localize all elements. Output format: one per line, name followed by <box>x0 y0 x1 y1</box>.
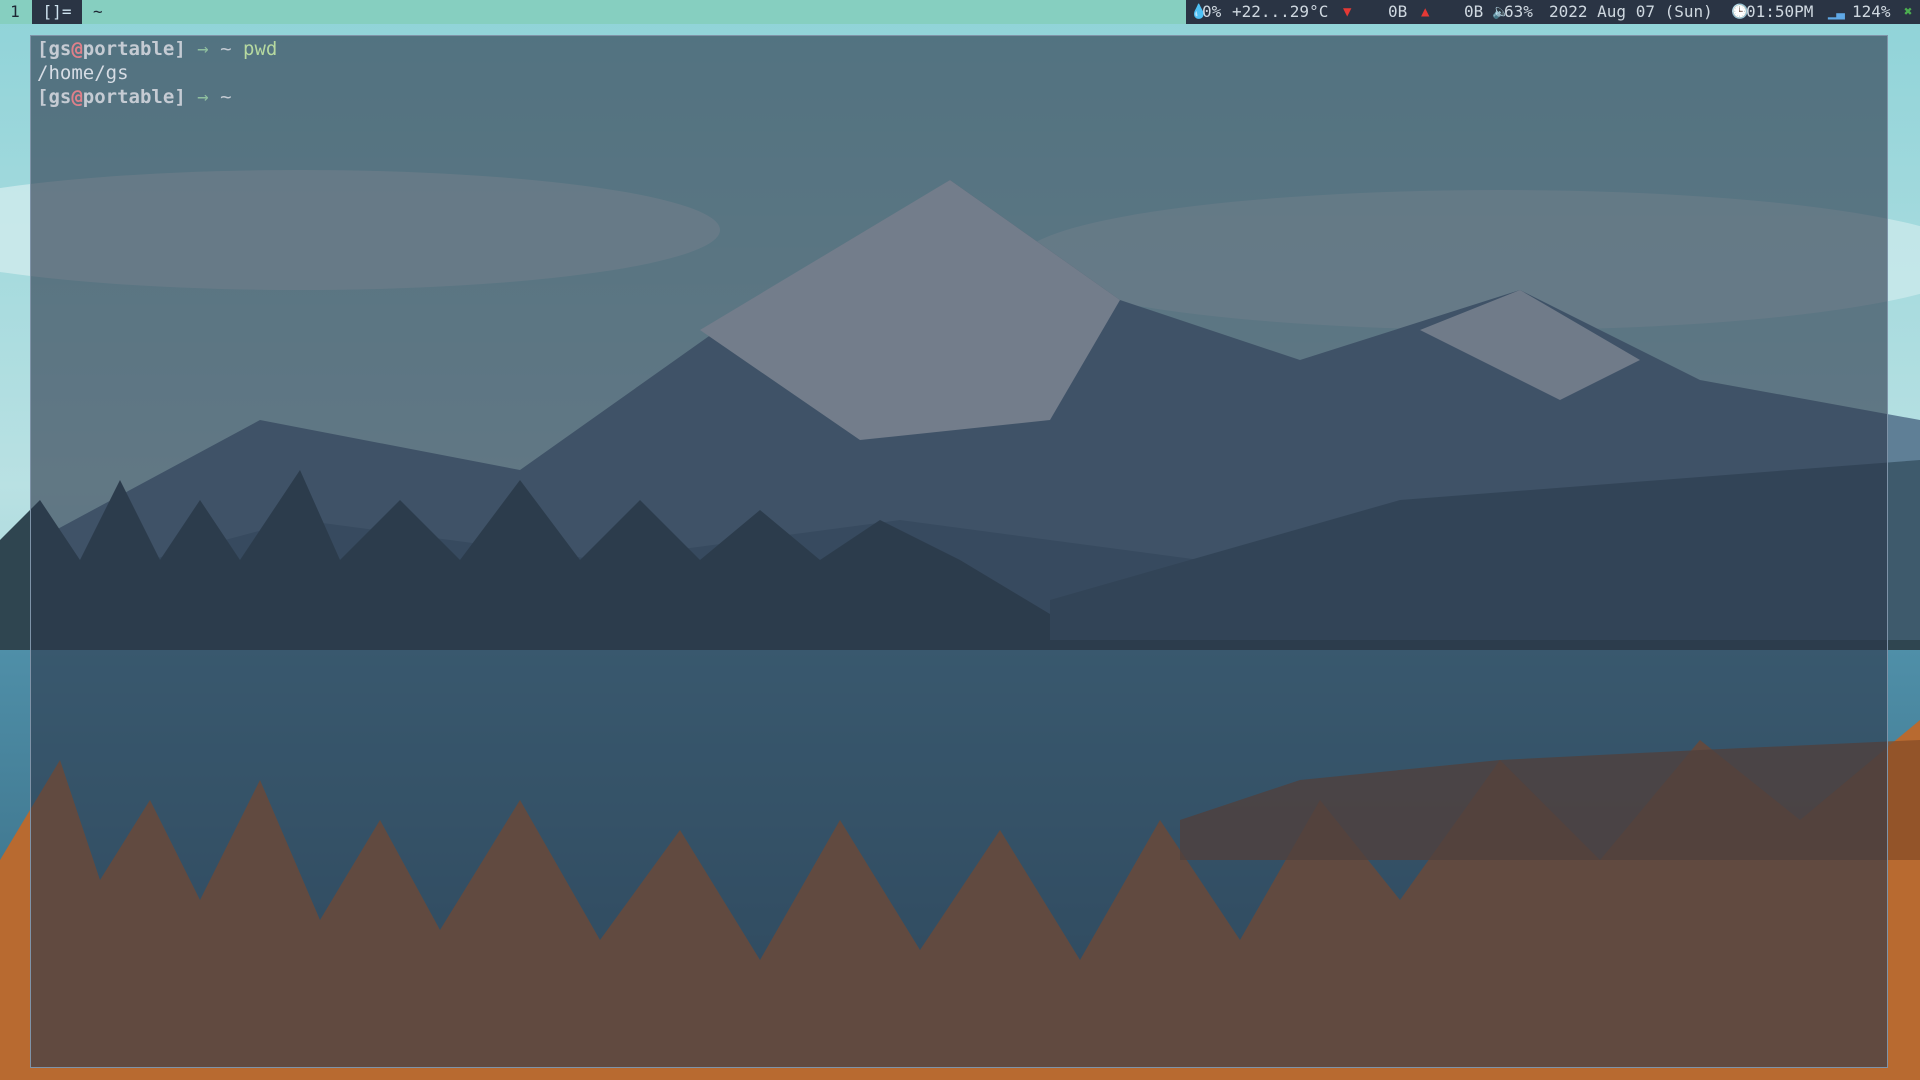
prompt-bracket-open: [ <box>37 38 49 60</box>
close-icon[interactable]: ✖ <box>1904 0 1912 24</box>
layout-indicator[interactable]: []= <box>32 0 82 24</box>
prompt-user: gs <box>48 38 72 60</box>
download-rate: 0B <box>1388 2 1408 21</box>
upload-arrow-icon: ▲ <box>1421 4 1430 20</box>
prompt-bracket-open: [ <box>37 86 49 108</box>
window-title: ~ <box>93 2 103 21</box>
top-status-bar: 1 []= ~ 💧 0% +22...29°C ▼ 0B ▲ 0B 🔈 63% … <box>0 0 1920 24</box>
workspace-tag-1[interactable]: 1 <box>0 0 30 24</box>
prompt-user: gs <box>48 86 72 108</box>
command-output: /home/gs <box>37 62 129 84</box>
brightness-value: 124% <box>1852 2 1891 21</box>
volume-value: 63% <box>1504 2 1533 21</box>
typed-command: pwd <box>243 38 278 60</box>
terminal-window[interactable]: [gs@portable] → ~ pwd /home/gs [gs@porta… <box>30 35 1888 1068</box>
prompt-host: portable <box>82 86 175 108</box>
prompt-cwd: ~ <box>220 86 232 108</box>
prompt-at: @ <box>71 38 83 60</box>
prompt-bracket-close: ] <box>174 86 186 108</box>
time-value: 01:50PM <box>1746 2 1814 21</box>
terminal-line: /home/gs <box>37 61 129 85</box>
desktop: 1 []= ~ 💧 0% +22...29°C ▼ 0B ▲ 0B 🔈 63% … <box>0 0 1920 1080</box>
prompt-cwd: ~ <box>220 38 232 60</box>
humidity-value: 0% <box>1202 2 1222 21</box>
download-arrow-icon: ▼ <box>1343 4 1352 20</box>
prompt-bracket-close: ] <box>174 38 186 60</box>
prompt-at: @ <box>71 86 83 108</box>
terminal-line: [gs@portable] → ~ pwd <box>37 37 277 61</box>
prompt-host: portable <box>82 38 175 60</box>
wifi-signal-icon: ▁▃ <box>1828 4 1845 20</box>
date-value: 2022 Aug 07 (Sun) <box>1549 2 1713 21</box>
status-area: 💧 0% +22...29°C ▼ 0B ▲ 0B 🔈 63% 2022 Aug… <box>1186 0 1920 24</box>
terminal-line[interactable]: [gs@portable] → ~ <box>37 85 232 109</box>
prompt-arrow: → <box>197 38 209 60</box>
temperature-value: +22...29°C <box>1232 2 1329 21</box>
upload-rate: 0B <box>1464 2 1484 21</box>
prompt-arrow: → <box>197 86 209 108</box>
